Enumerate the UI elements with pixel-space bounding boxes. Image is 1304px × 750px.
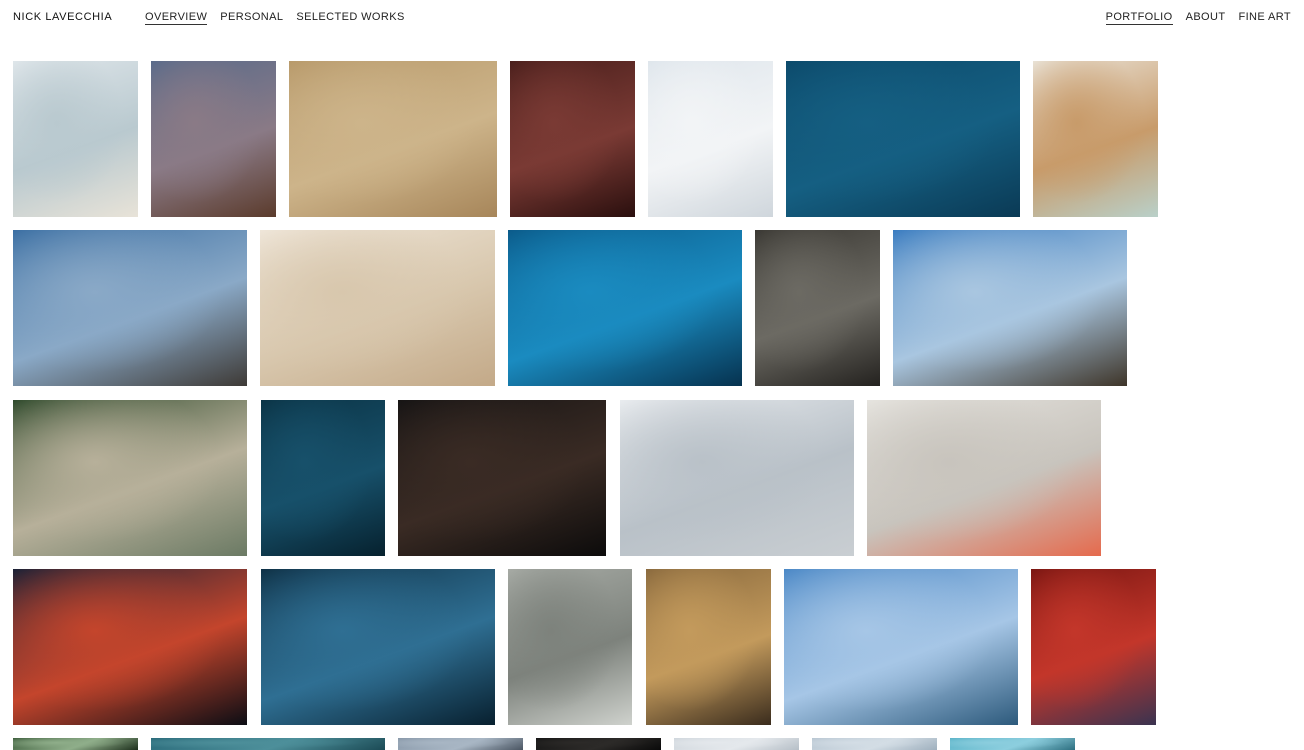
gallery-photo[interactable] bbox=[151, 738, 385, 750]
gallery-photo[interactable] bbox=[289, 61, 497, 217]
gallery-photo[interactable] bbox=[508, 569, 632, 725]
gallery-photo[interactable] bbox=[536, 738, 661, 750]
gallery-photo[interactable] bbox=[398, 400, 606, 556]
gallery-photo[interactable] bbox=[1031, 569, 1156, 725]
gallery-photo[interactable] bbox=[398, 738, 523, 750]
gallery-photo[interactable] bbox=[151, 61, 276, 217]
gallery-photo[interactable] bbox=[261, 569, 495, 725]
gallery-photo[interactable] bbox=[674, 738, 799, 750]
gallery-photo[interactable] bbox=[755, 230, 880, 386]
gallery-photo[interactable] bbox=[867, 400, 1101, 556]
gallery-photo[interactable] bbox=[620, 400, 854, 556]
gallery-photo[interactable] bbox=[13, 230, 247, 386]
gallery-photo[interactable] bbox=[13, 738, 138, 750]
gallery-photo[interactable] bbox=[950, 738, 1075, 750]
photo-gallery bbox=[0, 0, 1304, 750]
gallery-photo[interactable] bbox=[893, 230, 1127, 386]
gallery-photo[interactable] bbox=[648, 61, 773, 217]
gallery-photo[interactable] bbox=[784, 569, 1018, 725]
gallery-photo[interactable] bbox=[13, 400, 247, 556]
gallery-photo[interactable] bbox=[260, 230, 495, 386]
gallery-photo[interactable] bbox=[786, 61, 1020, 217]
gallery-photo[interactable] bbox=[13, 61, 138, 217]
gallery-photo[interactable] bbox=[261, 400, 385, 556]
gallery-photo[interactable] bbox=[510, 61, 635, 217]
gallery-photo[interactable] bbox=[13, 569, 247, 725]
gallery-photo[interactable] bbox=[646, 569, 771, 725]
gallery-photo[interactable] bbox=[508, 230, 742, 386]
gallery-photo[interactable] bbox=[1033, 61, 1158, 217]
gallery-photo[interactable] bbox=[812, 738, 937, 750]
